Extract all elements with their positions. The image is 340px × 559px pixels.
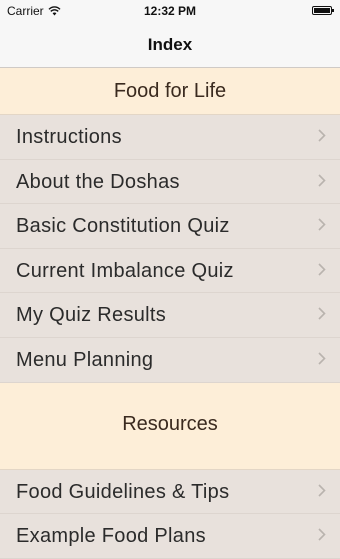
- navigation-bar: Index: [0, 22, 340, 68]
- list-item-label: Example Food Plans: [16, 525, 206, 548]
- page-title: Index: [147, 35, 193, 54]
- chevron-right-icon: [318, 528, 326, 541]
- list-item-label: Current Imbalance Quiz: [16, 259, 234, 282]
- chevron-right-icon: [318, 129, 326, 142]
- chevron-right-icon: [318, 352, 326, 365]
- list-item-food-guidelines-tips[interactable]: Food Guidelines & Tips: [0, 469, 340, 515]
- list-item-instructions[interactable]: Instructions: [0, 115, 340, 160]
- status-time: 12:32 PM: [143, 4, 197, 18]
- list-item-my-quiz-results[interactable]: My Quiz Results: [0, 293, 340, 338]
- list-item-label: Food Guidelines & Tips: [16, 480, 230, 503]
- list-item-current-imbalance-quiz[interactable]: Current Imbalance Quiz: [0, 248, 340, 294]
- list-item-label: Instructions: [16, 126, 122, 148]
- chevron-right-icon: [318, 263, 326, 276]
- list-item-about-the-doshas[interactable]: About the Doshas: [0, 159, 340, 205]
- section-header-food-for-life: Food for Life: [0, 68, 340, 115]
- list-item-label: About the Doshas: [16, 170, 180, 193]
- list-item-example-food-plans[interactable]: Example Food Plans: [0, 514, 340, 559]
- chevron-right-icon: [318, 307, 326, 320]
- list-item-menu-planning[interactable]: Menu Planning: [0, 337, 340, 383]
- chevron-right-icon: [318, 218, 326, 231]
- battery-icon: [312, 6, 334, 15]
- list-item-label: Menu Planning: [16, 348, 154, 371]
- section-title: Resources: [122, 412, 218, 435]
- list-item-basic-constitution-quiz[interactable]: Basic Constitution Quiz: [0, 204, 340, 249]
- status-bar: Carrier 12:32 PM: [0, 0, 340, 22]
- battery-fill: [314, 8, 330, 13]
- section-header-resources: Resources: [0, 382, 340, 470]
- list-item-label: Basic Constitution Quiz: [16, 215, 230, 238]
- index-list: Food for Life Instructions About the Dos…: [0, 68, 340, 559]
- chevron-right-icon: [318, 174, 326, 187]
- chevron-right-icon: [318, 483, 326, 497]
- list-item-label: My Quiz Results: [16, 304, 167, 327]
